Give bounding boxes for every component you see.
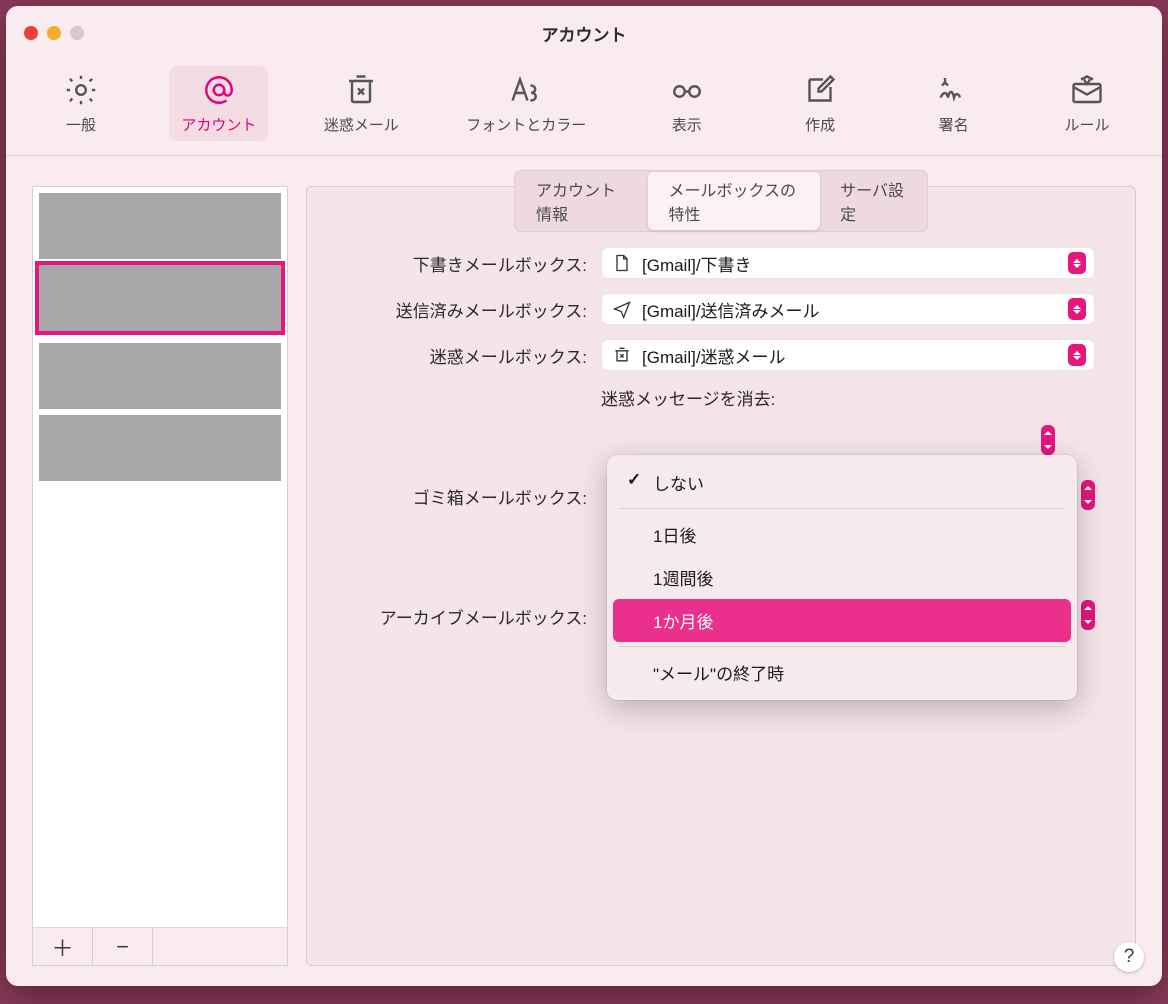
gear-icon — [63, 72, 99, 108]
sent-row: 送信済みメールボックス: [Gmail]/送信済みメール — [327, 293, 1095, 325]
menu-item-1week[interactable]: 1週間後 — [613, 556, 1071, 599]
junk-erase-row — [327, 424, 1095, 456]
document-icon — [612, 253, 632, 273]
toolbar-viewing[interactable]: 表示 — [642, 66, 732, 141]
toolbar-label: 表示 — [672, 114, 702, 135]
toolbar-general[interactable]: 一般 — [36, 66, 126, 141]
help-button[interactable]: ? — [1114, 942, 1144, 972]
signature-icon — [936, 72, 972, 108]
toolbar-label: フォントとカラー — [466, 114, 586, 135]
junk-icon — [612, 345, 632, 365]
toolbar-composing[interactable]: 作成 — [775, 66, 865, 141]
toolbar-signatures[interactable]: 署名 — [909, 66, 999, 141]
toolbar-label: 迷惑メール — [324, 114, 399, 135]
junk-erase-menu: しない 1日後 1週間後 1か月後 "メール"の終了時 — [607, 455, 1077, 700]
accounts-sidebar: ＋ − — [32, 186, 288, 966]
menu-item-on-quit[interactable]: "メール"の終了時 — [613, 651, 1071, 694]
glasses-icon — [669, 72, 705, 108]
chevron-updown-icon — [1068, 298, 1086, 320]
drafts-popup[interactable]: [Gmail]/下書き — [601, 247, 1095, 279]
preferences-toolbar: 一般 アカウント 迷惑メール フォントとカラー 表示 — [6, 60, 1162, 156]
archive-label: アーカイブメールボックス: — [327, 604, 587, 629]
menu-item-never[interactable]: しない — [613, 461, 1071, 504]
menu-separator — [619, 646, 1065, 647]
junk-erase-label: 迷惑メッセージを消去: — [601, 385, 1095, 410]
toolbar-fonts[interactable]: フォントとカラー — [454, 66, 598, 141]
tab-server-settings[interactable]: サーバ設定 — [820, 172, 926, 230]
toolbar-label: 作成 — [805, 114, 835, 135]
junk-popup[interactable]: [Gmail]/迷惑メール — [601, 339, 1095, 371]
account-row[interactable] — [39, 265, 281, 331]
toolbar-label: アカウント — [181, 114, 256, 135]
account-row[interactable] — [39, 343, 281, 409]
add-account-button[interactable]: ＋ — [33, 928, 93, 965]
accounts-list[interactable] — [33, 187, 287, 927]
account-row[interactable] — [39, 415, 281, 481]
toolbar-label: 署名 — [939, 114, 969, 135]
at-sign-icon — [201, 72, 237, 108]
fonts-icon — [508, 72, 544, 108]
menu-item-1day[interactable]: 1日後 — [613, 513, 1071, 556]
titlebar: アカウント — [6, 6, 1162, 60]
drafts-value: [Gmail]/下書き — [642, 251, 1058, 276]
toolbar-rules[interactable]: ルール — [1042, 66, 1132, 141]
window-title: アカウント — [6, 21, 1162, 46]
menu-item-1month[interactable]: 1か月後 — [613, 599, 1071, 642]
sidebar-footer-spacer — [153, 928, 287, 965]
account-row[interactable] — [39, 193, 281, 259]
archive-popup[interactable] — [1081, 600, 1095, 630]
junk-label: 迷惑メールボックス: — [327, 343, 587, 368]
sent-popup[interactable]: [Gmail]/送信済みメール — [601, 293, 1095, 325]
junk-row: 迷惑メールボックス: [Gmail]/迷惑メール — [327, 339, 1095, 371]
junk-value: [Gmail]/迷惑メール — [642, 343, 1058, 368]
compose-icon — [802, 72, 838, 108]
paperplane-icon — [612, 299, 632, 319]
account-tabs: アカウント情報 メールボックスの特性 サーバ設定 — [514, 170, 928, 232]
drafts-label: 下書きメールボックス: — [327, 251, 587, 276]
sidebar-footer: ＋ − — [33, 927, 287, 965]
trash-popup[interactable] — [1081, 480, 1095, 510]
toolbar-junk[interactable]: 迷惑メール — [312, 66, 411, 141]
tab-account-info[interactable]: アカウント情報 — [516, 172, 648, 230]
remove-account-button[interactable]: − — [93, 928, 153, 965]
sent-value: [Gmail]/送信済みメール — [642, 297, 1058, 322]
junk-erase-popup[interactable] — [1041, 425, 1055, 455]
tab-mailbox-behaviors[interactable]: メールボックスの特性 — [648, 172, 820, 230]
drafts-row: 下書きメールボックス: [Gmail]/下書き — [327, 247, 1095, 279]
chevron-updown-icon — [1068, 252, 1086, 274]
trash-label: ゴミ箱メールボックス: — [327, 484, 587, 509]
toolbar-label: 一般 — [66, 114, 96, 135]
junk-bin-icon — [343, 72, 379, 108]
toolbar-label: ルール — [1064, 114, 1109, 135]
toolbar-accounts[interactable]: アカウント — [169, 66, 268, 141]
menu-separator — [619, 508, 1065, 509]
rules-icon — [1069, 72, 1105, 108]
sent-label: 送信済みメールボックス: — [327, 297, 587, 322]
chevron-updown-icon — [1068, 344, 1086, 366]
